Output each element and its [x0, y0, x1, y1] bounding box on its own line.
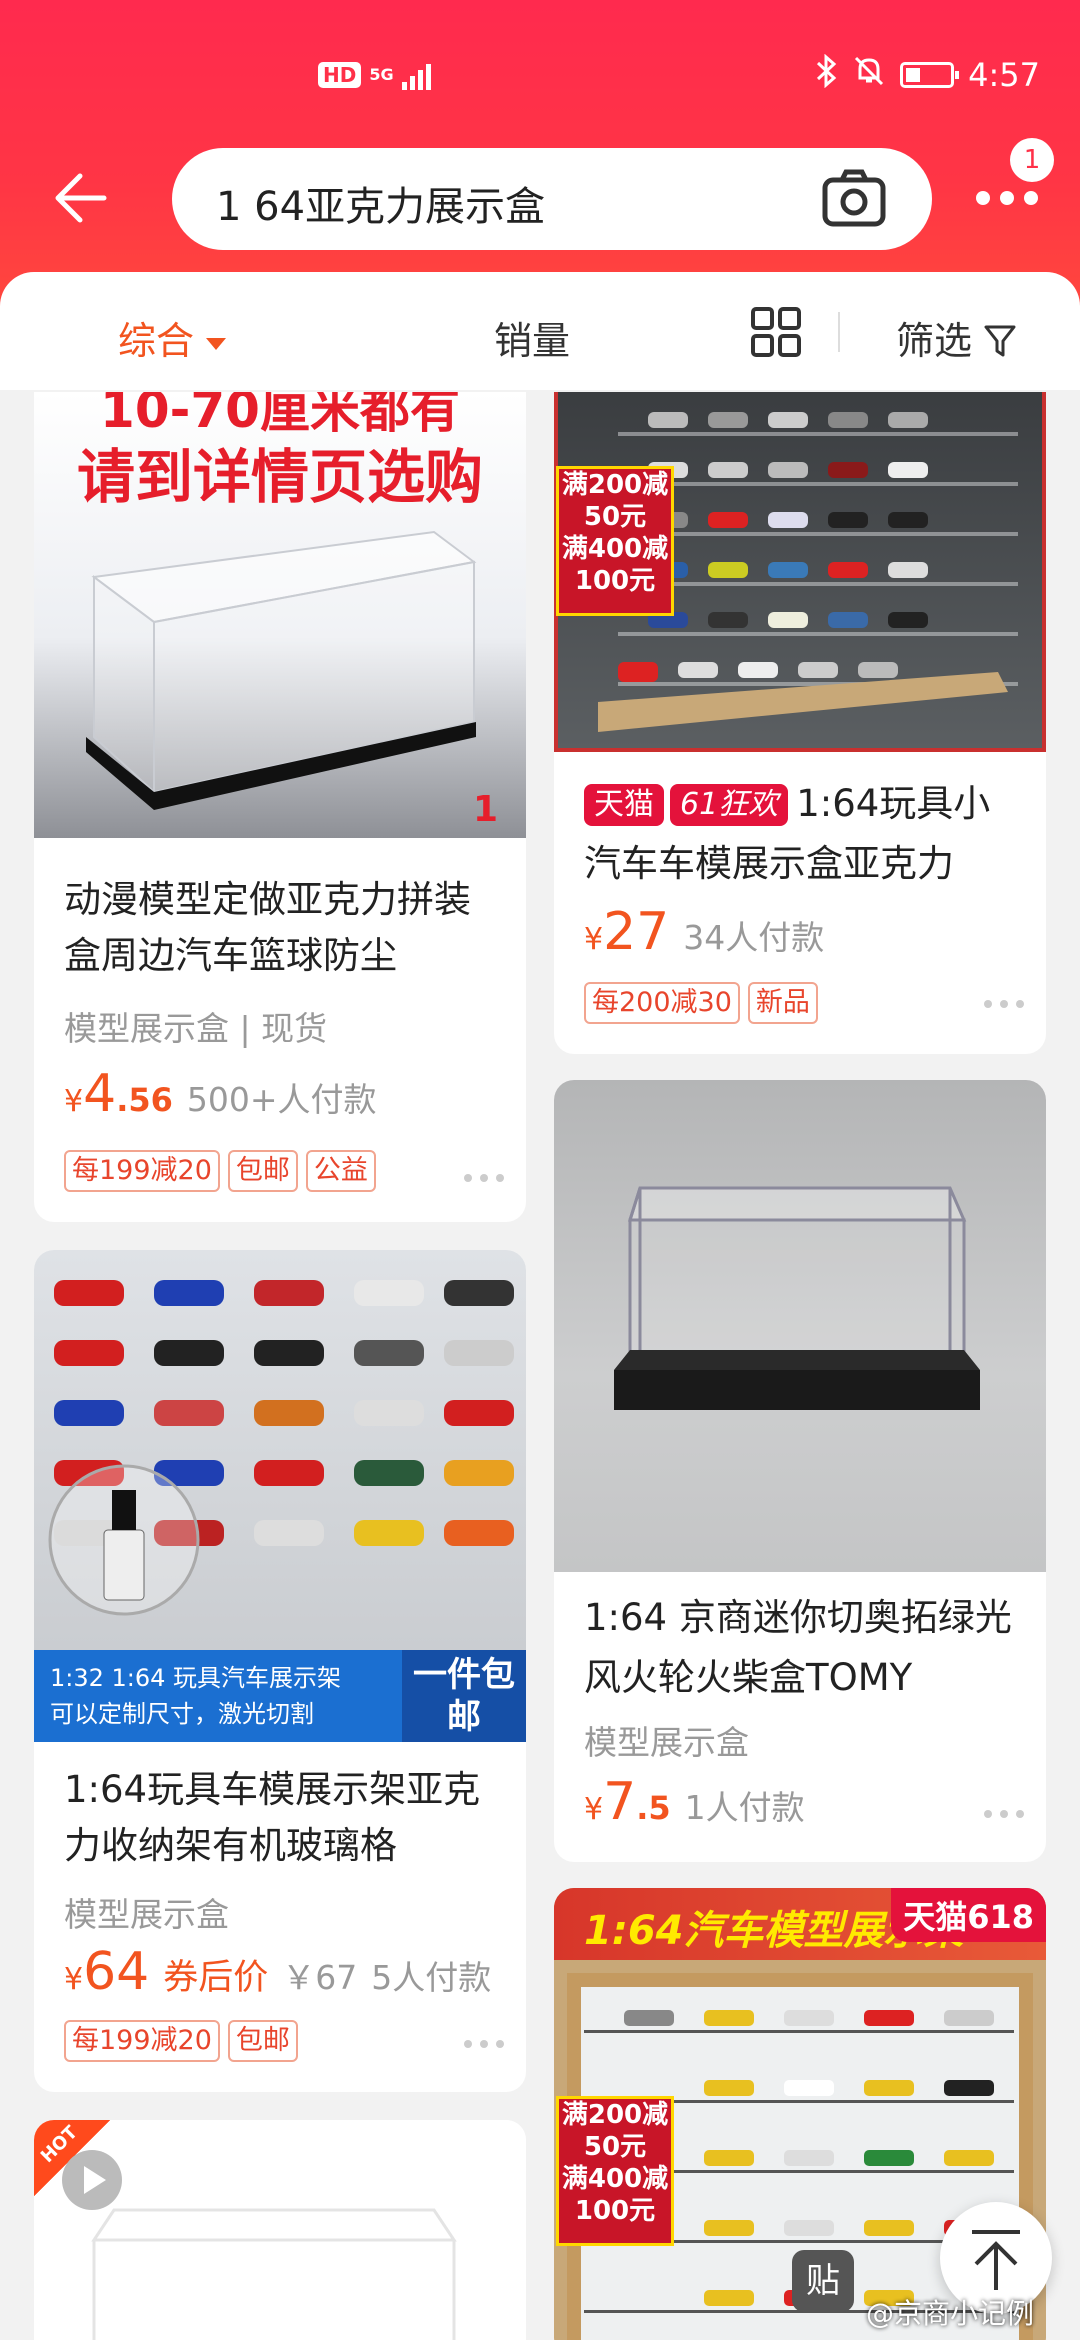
coupon-price-label: 券后价 — [163, 1958, 269, 1998]
camera-icon[interactable] — [822, 168, 886, 228]
product-title[interactable]: 天猫 61狂欢 1:64玩具小汽车车模展示盒亚克力 — [584, 774, 1022, 894]
product-card[interactable]: 满200减 50元 满400减 100元 天猫 61狂欢 1:64玩具小汽车车模展示盒亚克… — [554, 392, 1046, 1054]
network-type: 5G — [369, 65, 394, 84]
sale-badge: 61狂欢 — [670, 784, 789, 826]
back-arrow-icon[interactable] — [50, 168, 110, 228]
product-title[interactable]: 动漫模型定做亚克力拼装盒周边汽车篮球防尘 — [64, 872, 502, 984]
tag-list: 每199减20 包邮 — [64, 2020, 298, 2062]
sort-comprehensive-tab[interactable]: 综合 — [118, 310, 227, 365]
status-right: 4:57 — [814, 53, 1040, 96]
card-more-icon[interactable] — [464, 1174, 504, 1182]
tmall-618-badge: 天猫618 — [891, 1888, 1046, 1942]
product-category: 模型展示盒 — [584, 1723, 749, 1762]
promo-tag: 每199减20 — [64, 1150, 220, 1192]
sold-count: 5人付款 — [371, 1958, 492, 1997]
acrylic-box-illustration — [86, 530, 477, 810]
toy-car-rack-illustration — [48, 1280, 514, 1616]
sort-comprehensive-label: 综合 — [118, 319, 195, 363]
sold-count: 500+人付款 — [186, 1080, 377, 1119]
price-row: ¥27 34人付款 — [584, 902, 824, 962]
sort-divider — [838, 312, 840, 352]
grid-view-icon[interactable] — [750, 306, 802, 358]
product-category: 模型展示盒 — [64, 1895, 229, 1934]
product-image[interactable]: 10-70厘米都有 请到详情页选购 1 — [34, 392, 526, 838]
battery-icon — [900, 62, 960, 88]
filter-funnel-icon — [984, 325, 1016, 357]
price: ¥64 — [64, 1942, 150, 2002]
product-image[interactable]: HOT — [34, 2120, 526, 2340]
image-info-strip: 1:32 1:64 玩具汽车展示架 可以定制尺寸，激光切割 一件包邮 — [34, 1650, 526, 1742]
filter-button[interactable]: 筛选 — [896, 310, 1016, 365]
bluetooth-icon — [814, 53, 838, 96]
price: ¥4.56 — [64, 1064, 173, 1124]
product-card[interactable]: HOT — [34, 2120, 526, 2340]
product-card[interactable]: 1:32 1:64 玩具汽车展示架 可以定制尺寸，激光切割 一件包邮 1:64玩… — [34, 1250, 526, 2092]
tag-list: 每200减30 新品 — [584, 982, 818, 1024]
watermark-text: @京商小记例 — [866, 2297, 1035, 2330]
filter-label: 筛选 — [896, 319, 973, 363]
sold-count: 34人付款 — [683, 918, 825, 957]
product-category: 模型展示盒 | 现货 — [64, 1009, 328, 1048]
play-video-icon[interactable] — [62, 2150, 122, 2210]
original-price: ￥67 — [282, 1958, 358, 1997]
small-display-box-illustration — [614, 1186, 980, 1410]
free-shipping-label: 一件包邮 — [402, 1650, 526, 1742]
card-more-icon[interactable] — [984, 1810, 1024, 1818]
product-card[interactable]: 1:64 京商迷你切奥拓绿光风火轮火柴盒TOMY 模型展示盒 ¥7.5 1人付款 — [554, 1080, 1046, 1862]
sort-bar: 综合 销量 筛选 — [0, 272, 1080, 390]
search-input[interactable]: 1 64亚克力展示盒 — [216, 174, 545, 232]
product-image[interactable]: 满200减 50元 满400减 100元 — [554, 392, 1046, 752]
product-card[interactable]: 10-70厘米都有 请到详情页选购 1 动漫模型定做亚克力拼装盒周边汽车篮球防尘… — [34, 392, 526, 1222]
product-image[interactable] — [554, 1080, 1046, 1572]
status-bar: HD 5G 4:57 — [0, 0, 1080, 150]
sold-count: 1人付款 — [684, 1788, 805, 1827]
price-row: ¥4.56 500+人付款 — [64, 1064, 377, 1124]
card-more-icon[interactable] — [984, 1000, 1024, 1008]
price-row: ¥64 券后价 ￥67 5人付款 — [64, 1942, 491, 2002]
product-title[interactable]: 1:64玩具车模展示架亚克力收纳架有机玻璃格 — [64, 1762, 502, 1874]
price-row: ¥7.5 1人付款 — [584, 1772, 805, 1832]
signal-icon — [401, 60, 431, 90]
tag-list: 每199减20 包邮 公益 — [64, 1150, 376, 1192]
clock: 4:57 — [968, 56, 1040, 94]
promo-tag: 每200减30 — [584, 982, 740, 1024]
hd-indicator: HD — [318, 62, 362, 88]
promo-tag: 公益 — [305, 1150, 376, 1192]
mute-bell-icon — [852, 54, 886, 96]
promo-sticker: 满200减 50元 满400减 100元 — [556, 2096, 674, 2246]
promo-tag: 包邮 — [227, 1150, 298, 1192]
product-title[interactable]: 1:64 京商迷你切奥拓绿光风火轮火柴盒TOMY — [584, 1588, 1022, 1708]
card-more-icon[interactable] — [464, 2040, 504, 2048]
promo-tag: 每199减20 — [64, 2020, 220, 2062]
price: ¥7.5 — [584, 1772, 671, 1832]
product-image[interactable]: 1:32 1:64 玩具汽车展示架 可以定制尺寸，激光切割 一件包邮 — [34, 1250, 526, 1742]
promo-tag: 新品 — [747, 982, 818, 1024]
caret-down-icon — [206, 337, 227, 350]
promo-sticker: 满200减 50元 满400减 100元 — [556, 466, 674, 616]
search-box[interactable]: 1 64亚克力展示盒 — [172, 148, 932, 250]
tmall-badge: 天猫 — [584, 784, 664, 826]
sort-sales-tab[interactable]: 销量 — [494, 310, 570, 365]
signal-group: HD 5G — [318, 60, 431, 90]
more-options-icon[interactable] — [976, 178, 1046, 218]
price: ¥27 — [584, 902, 670, 962]
paste-button[interactable]: 贴 — [792, 2250, 854, 2312]
message-badge: 1 — [1010, 138, 1054, 182]
promo-tag: 包邮 — [227, 2020, 298, 2062]
image-corner-number: 1 — [472, 789, 498, 830]
